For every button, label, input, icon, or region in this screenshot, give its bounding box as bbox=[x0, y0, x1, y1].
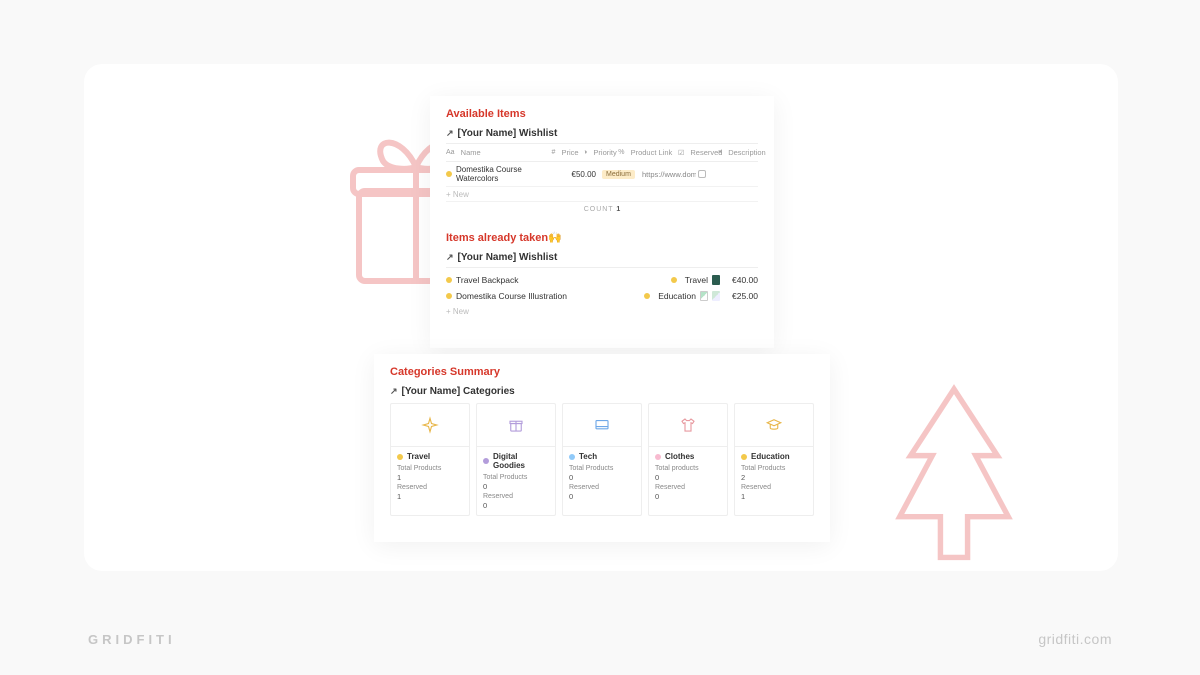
price-label: €40.00 bbox=[724, 275, 758, 285]
total-value: 2 bbox=[741, 473, 807, 482]
wishlist-panel: Available Items ↗ [Your Name] Wishlist A… bbox=[430, 96, 774, 348]
total-label: Total Products bbox=[741, 465, 807, 472]
priority-tag: Medium bbox=[602, 170, 635, 179]
category-cards-row: Travel Total Products 1 Reserved 1 Digit… bbox=[390, 403, 814, 516]
reserved-value: 1 bbox=[397, 492, 463, 501]
total-label: Total Products bbox=[483, 474, 549, 481]
product-thumb-icon bbox=[700, 291, 708, 301]
reserved-label: Reserved bbox=[483, 493, 549, 500]
device-icon bbox=[593, 416, 611, 434]
status-dot-icon bbox=[446, 293, 452, 299]
status-dot-icon bbox=[446, 171, 452, 177]
available-subtitle: [Your Name] Wishlist bbox=[458, 128, 558, 139]
taken-items-heading: Items already taken🙌 bbox=[446, 231, 758, 244]
col-description[interactable]: ≡ Description bbox=[718, 148, 758, 157]
product-thumb-icon bbox=[712, 291, 720, 301]
col-reserved[interactable]: ☑ Reserved bbox=[678, 148, 718, 157]
category-dot-icon bbox=[741, 454, 747, 460]
reserved-value: 0 bbox=[569, 492, 635, 501]
list-item[interactable]: Travel Backpack Travel €40.00 bbox=[446, 272, 758, 288]
category-card-tech[interactable]: Tech Total Products 0 Reserved 0 bbox=[562, 403, 642, 516]
reserved-value: 1 bbox=[741, 492, 807, 501]
category-label: Travel bbox=[685, 275, 708, 285]
showcase-card: Available Items ↗ [Your Name] Wishlist A… bbox=[84, 64, 1118, 571]
category-label: Education bbox=[658, 291, 696, 301]
category-card-digital[interactable]: Digital Goodies Total Products 0 Reserve… bbox=[476, 403, 556, 516]
categories-heading: Categories Summary bbox=[390, 366, 814, 378]
reserved-label: Reserved bbox=[569, 484, 635, 491]
new-row-button[interactable]: + New bbox=[446, 304, 758, 319]
product-thumb-icon bbox=[712, 275, 720, 285]
reserved-label: Reserved bbox=[741, 484, 807, 491]
graduation-cap-icon bbox=[765, 416, 783, 434]
col-price[interactable]: # Price bbox=[551, 148, 583, 157]
link-arrow-icon: ↗ bbox=[446, 252, 454, 263]
category-card-clothes[interactable]: Clothes Total products 0 Reserved 0 bbox=[648, 403, 728, 516]
cell-name: Domestika Course Watercolors bbox=[446, 165, 566, 183]
category-card-travel[interactable]: Travel Total Products 1 Reserved 1 bbox=[390, 403, 470, 516]
link-arrow-icon: ↗ bbox=[390, 386, 398, 397]
category-dot-icon bbox=[569, 454, 575, 460]
total-label: Total Products bbox=[569, 465, 635, 472]
list-item[interactable]: Domestika Course Illustration Education … bbox=[446, 288, 758, 304]
total-label: Total Products bbox=[397, 465, 463, 472]
category-dot-icon bbox=[644, 293, 650, 299]
total-value: 0 bbox=[655, 473, 721, 482]
total-value: 0 bbox=[483, 482, 549, 491]
new-row-button[interactable]: + New bbox=[446, 187, 758, 202]
col-product-link[interactable]: % Product Link bbox=[618, 148, 678, 157]
table-header-row: Aa Name # Price ◑ Priority % Product Lin… bbox=[446, 143, 758, 162]
price-label: €25.00 bbox=[724, 291, 758, 301]
cell-price: €50.00 bbox=[566, 170, 602, 179]
cell-priority: Medium bbox=[602, 169, 642, 179]
total-value: 0 bbox=[569, 473, 635, 482]
link-copy-icon[interactable] bbox=[698, 170, 706, 178]
count-footer: COUNT 1 bbox=[446, 201, 758, 217]
brand-logo-text: GRIDFITI bbox=[88, 632, 176, 647]
shirt-icon bbox=[679, 416, 697, 434]
col-name[interactable]: Aa Name bbox=[446, 148, 551, 157]
reserved-label: Reserved bbox=[655, 484, 721, 491]
taken-wishlist-link[interactable]: ↗ [Your Name] Wishlist bbox=[446, 252, 758, 263]
cell-link[interactable]: https://www.domes bbox=[642, 170, 710, 179]
link-arrow-icon: ↗ bbox=[446, 128, 454, 139]
categories-panel: Categories Summary ↗ [Your Name] Categor… bbox=[374, 354, 830, 542]
available-items-heading: Available Items bbox=[446, 108, 758, 120]
category-dot-icon bbox=[397, 454, 403, 460]
category-dot-icon bbox=[671, 277, 677, 283]
gift-icon bbox=[507, 416, 525, 434]
col-priority[interactable]: ◑ Priority bbox=[583, 148, 618, 157]
table-row[interactable]: Domestika Course Watercolors €50.00 Medi… bbox=[446, 162, 758, 187]
available-wishlist-link[interactable]: ↗ [Your Name] Wishlist bbox=[446, 128, 758, 139]
category-dot-icon bbox=[483, 458, 489, 464]
total-value: 1 bbox=[397, 473, 463, 482]
reserved-value: 0 bbox=[483, 501, 549, 510]
total-label: Total products bbox=[655, 465, 721, 472]
categories-link[interactable]: ↗ [Your Name] Categories bbox=[390, 386, 814, 397]
reserved-value: 0 bbox=[655, 492, 721, 501]
plane-icon bbox=[421, 416, 439, 434]
category-dot-icon bbox=[655, 454, 661, 460]
categories-subtitle: [Your Name] Categories bbox=[402, 386, 515, 397]
reserved-label: Reserved bbox=[397, 484, 463, 491]
status-dot-icon bbox=[446, 277, 452, 283]
category-card-education[interactable]: Education Total Products 2 Reserved 1 bbox=[734, 403, 814, 516]
brand-url-text: gridfiti.com bbox=[1038, 631, 1112, 647]
tree-bg-illustration bbox=[884, 381, 1024, 571]
taken-subtitle: [Your Name] Wishlist bbox=[458, 252, 558, 263]
